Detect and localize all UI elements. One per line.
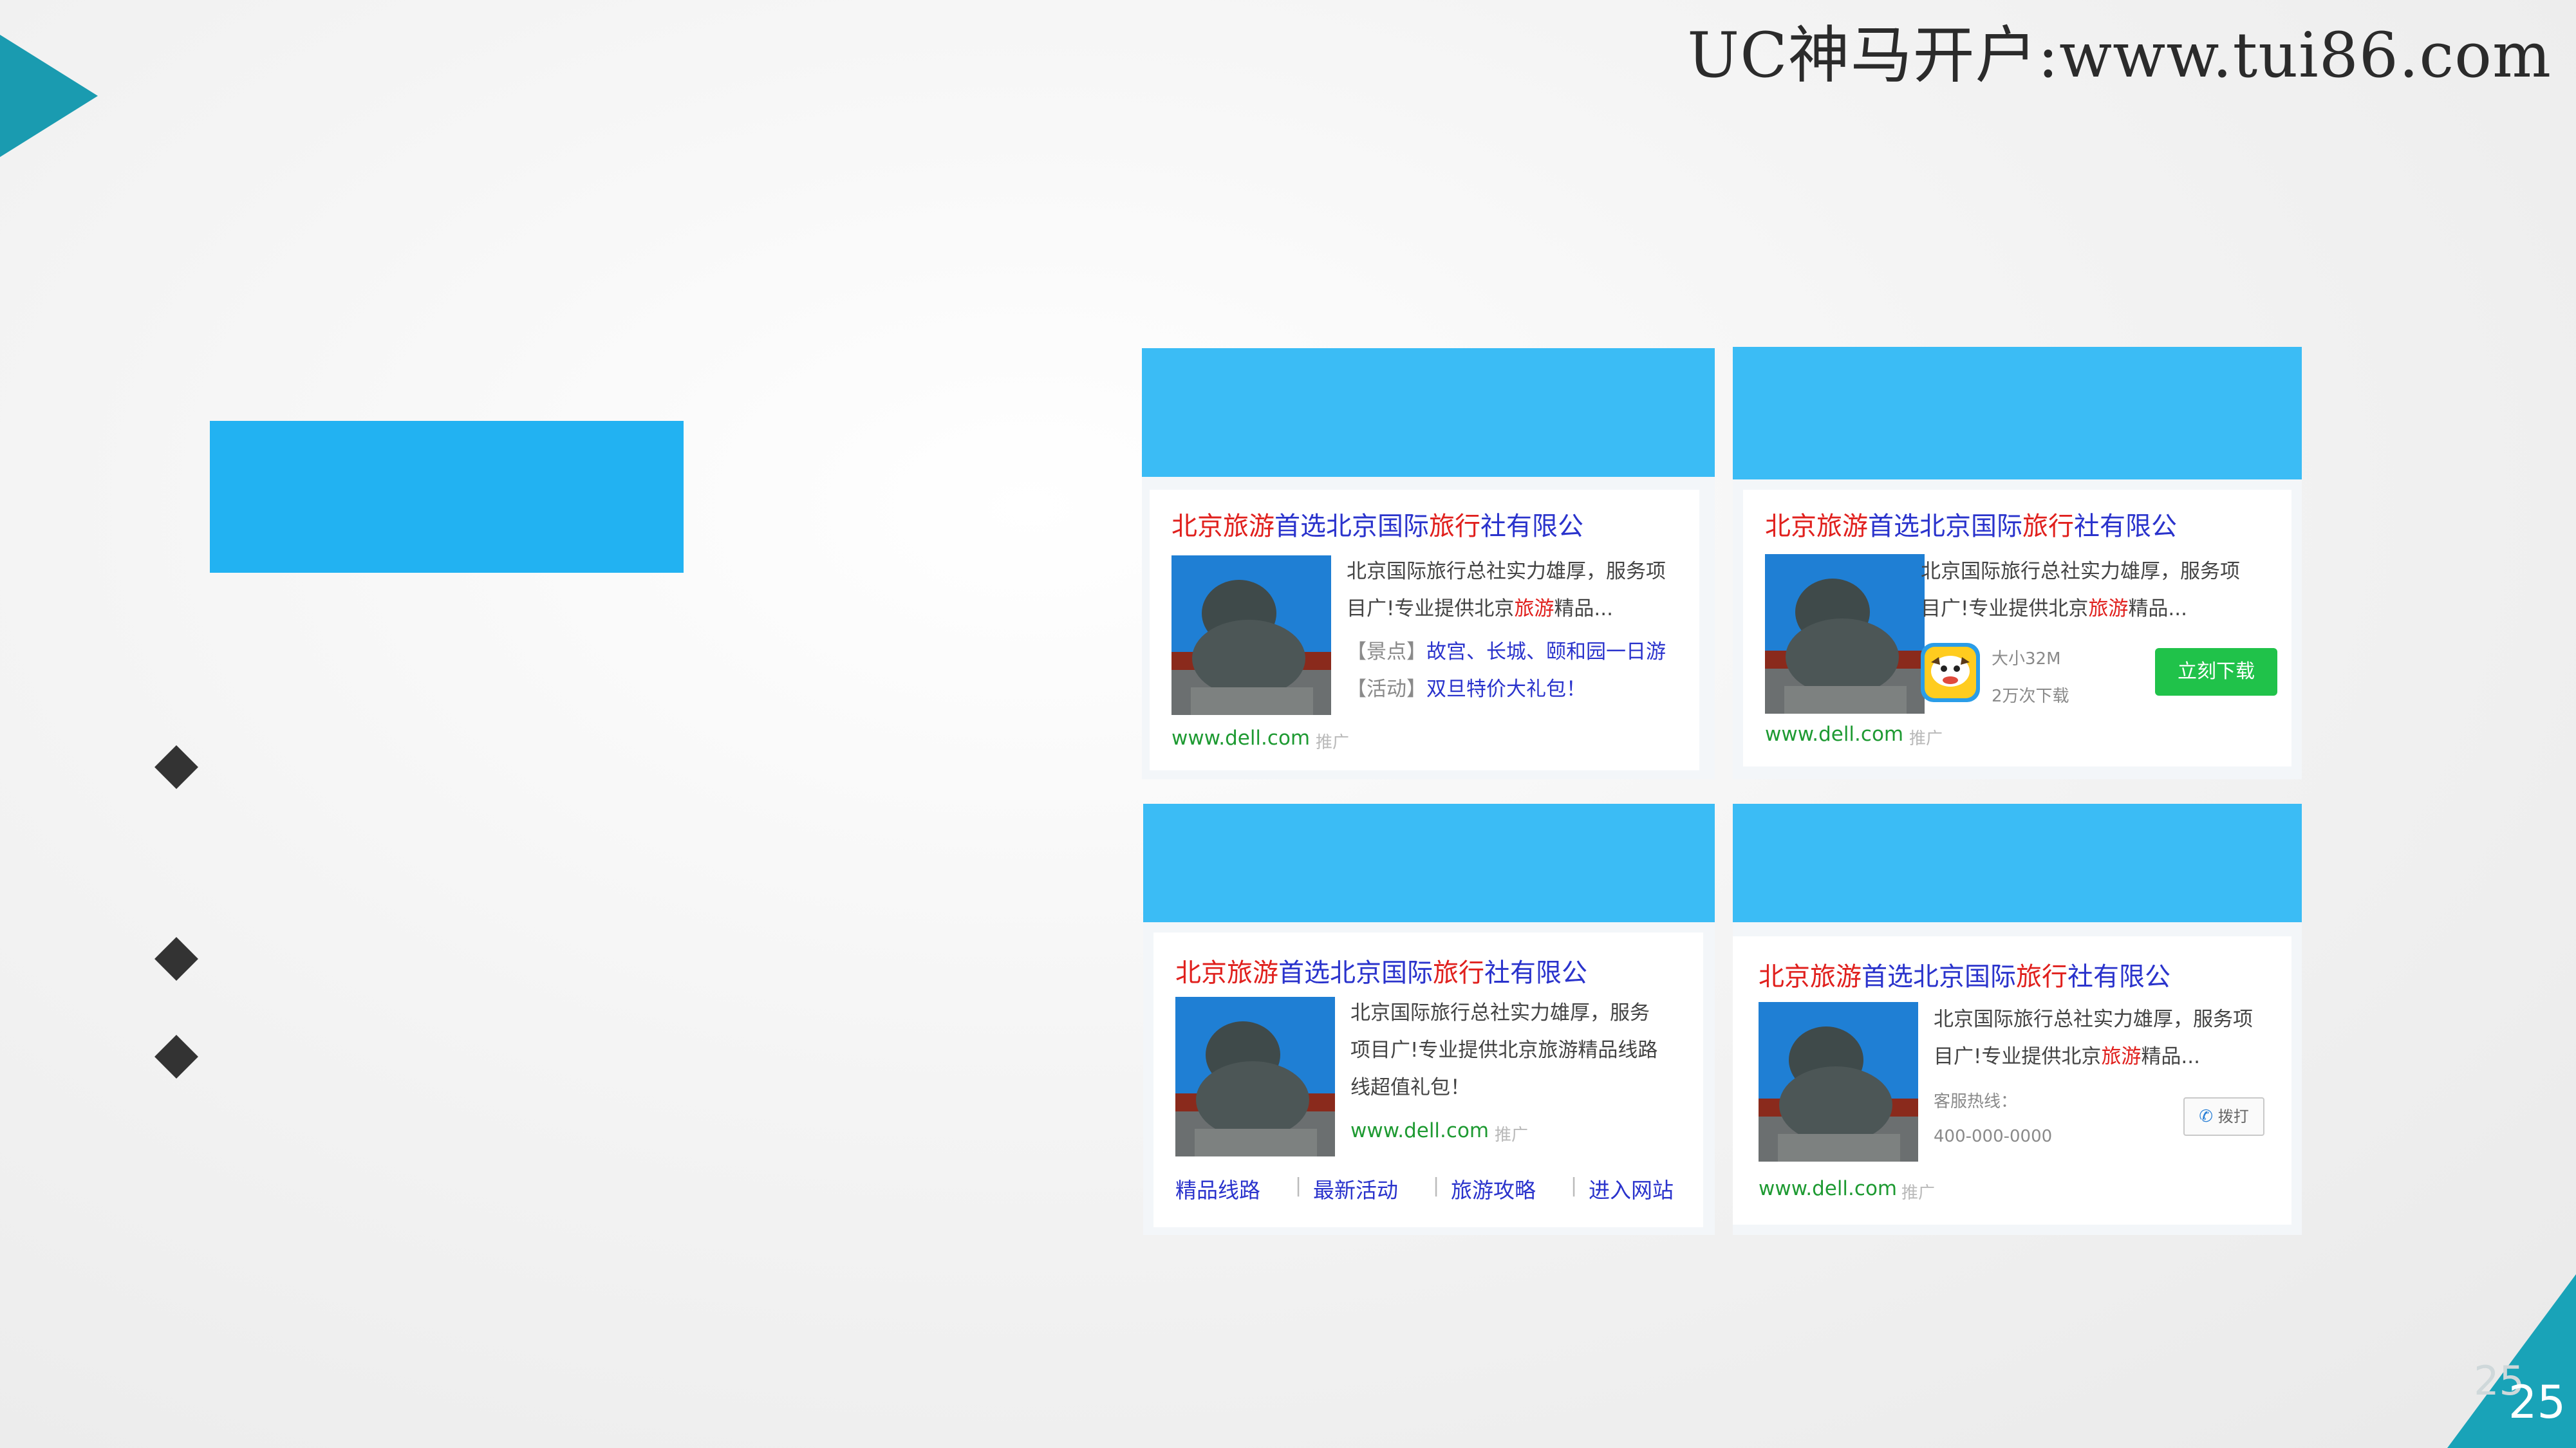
ad-card-2: 北京旅游首选北京国际旅行社有限公 北京国际旅行总社实力雄厚，服务项 目广!专业提…	[1733, 347, 2302, 779]
ad-title-keyword-2: 旅行	[1429, 512, 1480, 541]
sitelink-guides[interactable]: 旅游攻略	[1451, 1173, 1536, 1204]
ad-card-content: 北京旅游首选北京国际旅行社有限公 北京国际旅行总社实力雄厚，服务 项目广!专业提…	[1153, 933, 1703, 1227]
bullet-diamond-3	[154, 1035, 198, 1079]
call-label: 拨打	[2217, 1108, 2249, 1126]
corner-triangle-top-left	[0, 35, 98, 157]
ad-card-band	[1142, 348, 1715, 477]
ad-url[interactable]: www.dell.com	[1765, 723, 1903, 746]
bullet-diamond-2	[154, 937, 198, 981]
phone-icon: ✆	[2199, 1107, 2214, 1126]
ad-card-band	[1733, 347, 2302, 479]
ad-description: 北京国际旅行总社实力雄厚，服务 项目广!专业提供北京旅游精品线路 线超值礼包！	[1350, 1001, 1658, 1099]
sitelink-enter-site[interactable]: 进入网站	[1589, 1173, 1674, 1204]
ad-row-scenic[interactable]: 【景点】故宫、长城、颐和园一日游	[1347, 635, 1666, 664]
ad-tag: 推广	[1495, 1126, 1529, 1145]
lion-statue-image[interactable]	[1175, 997, 1335, 1156]
ad-card-band	[1733, 804, 2302, 922]
ad-title-keyword: 北京旅游	[1171, 512, 1274, 541]
ad-card-3: 北京旅游首选北京国际旅行社有限公 北京国际旅行总社实力雄厚，服务 项目广!专业提…	[1143, 804, 1715, 1235]
ad-card-content: 北京旅游首选北京国际旅行社有限公 北京国际旅行总社实力雄厚，服务项 目广!专业提…	[1743, 490, 2291, 766]
lion-statue-image[interactable]	[1171, 555, 1331, 715]
hotline-label: 客服热线：	[1934, 1092, 2018, 1111]
ad-tag: 推广	[1316, 733, 1350, 752]
app-icon[interactable]	[1921, 643, 1980, 702]
ad-card-content: 北京旅游首选北京国际旅行社有限公 北京国际旅行总社实力雄厚，服务项 目广!专业提…	[1150, 490, 1699, 770]
lion-statue-image[interactable]	[1765, 554, 1925, 714]
app-downloads: 2万次下载	[1992, 687, 2069, 706]
sitelink-routes[interactable]: 精品线路	[1175, 1173, 1260, 1204]
ad-description: 北京国际旅行总社实力雄厚，服务项 目广!专业提供北京旅游精品...	[1934, 1008, 2253, 1068]
ad-card-4: 北京旅游首选北京国际旅行社有限公 北京国际旅行总社实力雄厚，服务项 目广!专业提…	[1733, 804, 2302, 1235]
ad-title[interactable]: 北京旅游首选北京国际旅行社有限公	[1175, 952, 1587, 989]
ad-tag: 推广	[1909, 729, 1943, 748]
ad-url[interactable]: www.dell.com	[1171, 727, 1310, 750]
call-button[interactable]: ✆ 拨打	[2183, 1097, 2264, 1136]
title-block	[210, 421, 684, 573]
ad-card-band	[1143, 804, 1715, 922]
ad-title-part-2: 社有限公	[1480, 512, 1583, 541]
ad-tag: 推广	[1901, 1183, 1936, 1203]
ad-url[interactable]: www.dell.com	[1759, 1177, 1897, 1200]
sitelink-activities[interactable]: 最新活动	[1313, 1173, 1398, 1204]
ad-title-part: 首选北京国际	[1274, 512, 1429, 541]
brand-header: UC神马开户:www.tui86.com	[1687, 19, 2552, 91]
page-number: 25	[2508, 1376, 2566, 1429]
sitelink-separator: |	[1571, 1174, 1578, 1197]
ad-row-activity[interactable]: 【活动】双旦特价大礼包！	[1347, 673, 1586, 701]
ad-description: 北京国际旅行总社实力雄厚，服务项 目广!专业提供北京旅游精品...	[1921, 560, 2240, 620]
ad-description: 北京国际旅行总社实力雄厚，服务项 目广!专业提供北京旅游精品...	[1347, 560, 1666, 620]
app-size: 大小32M	[1992, 649, 2061, 669]
download-button[interactable]: 立刻下载	[2155, 648, 2277, 696]
sitelink-separator: |	[1433, 1174, 1440, 1197]
ad-card-content: 北京旅游首选北京国际旅行社有限公 北京国际旅行总社实力雄厚，服务项 目广!专业提…	[1733, 936, 2291, 1225]
bullet-diamond-1	[154, 745, 198, 789]
sitelink-separator: |	[1295, 1174, 1302, 1197]
lion-statue-image[interactable]	[1759, 1002, 1918, 1162]
ad-title[interactable]: 北京旅游首选北京国际旅行社有限公	[1171, 505, 1583, 543]
ad-title[interactable]: 北京旅游首选北京国际旅行社有限公	[1759, 956, 2170, 993]
ad-url[interactable]: www.dell.com	[1350, 1119, 1489, 1142]
ad-card-1: 北京旅游首选北京国际旅行社有限公 北京国际旅行总社实力雄厚，服务项 目广!专业提…	[1142, 348, 1715, 779]
hotline-number: 400-000-0000	[1934, 1127, 2053, 1146]
ad-title[interactable]: 北京旅游首选北京国际旅行社有限公	[1765, 505, 2177, 543]
